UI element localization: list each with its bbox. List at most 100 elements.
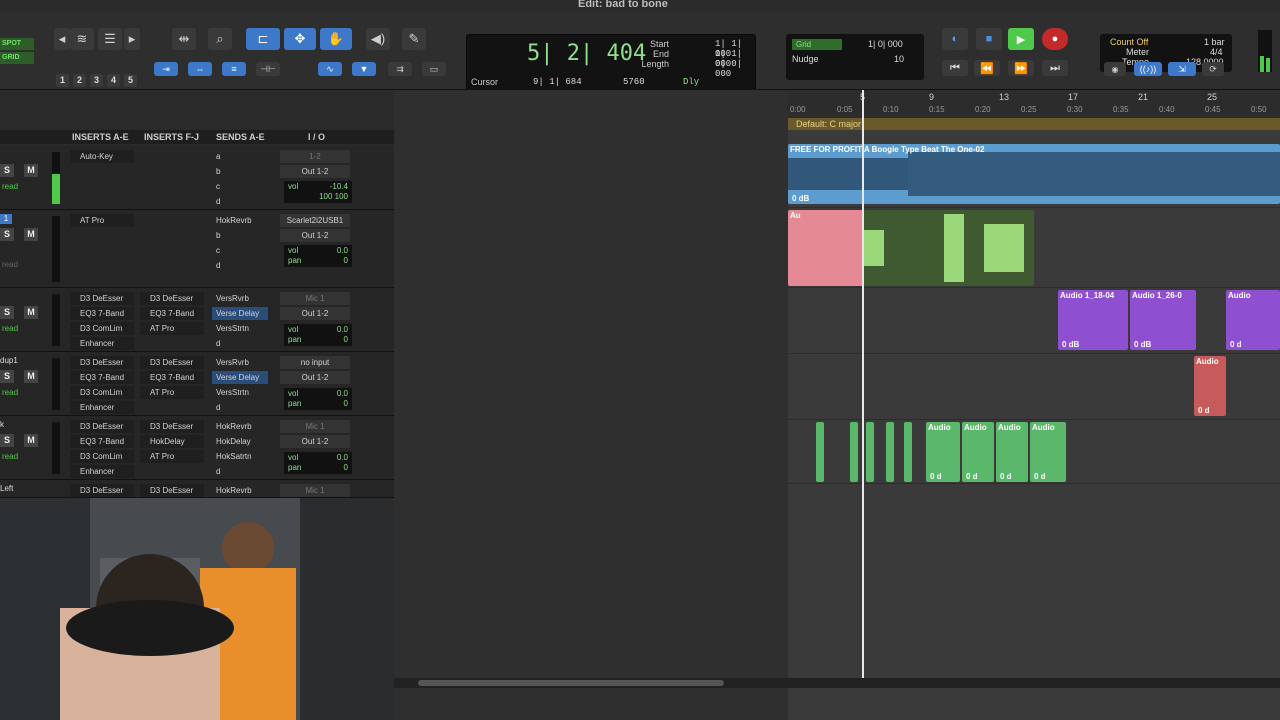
keyboard-focus-icon[interactable]: ▼ <box>352 62 376 76</box>
insert-slot[interactable]: D3 DeEsser <box>140 420 204 433</box>
automation-mode[interactable]: read <box>2 324 18 333</box>
green-clip-small[interactable] <box>866 422 874 482</box>
insert-slot[interactable]: D3 DeEsser <box>70 292 134 305</box>
send-slot[interactable]: d <box>212 195 268 208</box>
mute-button[interactable]: M <box>24 434 38 447</box>
pre-fader-icon[interactable]: ⇉ <box>388 62 412 76</box>
grid-label[interactable]: Grid <box>792 39 842 50</box>
send-slot[interactable]: VersRvrb <box>212 292 268 305</box>
length-value[interactable]: 0| 0| 000 <box>715 59 755 79</box>
automation-mode[interactable]: read <box>2 452 18 461</box>
track-label[interactable]: dup1 <box>0 356 18 365</box>
insert-slot[interactable]: D3 DeEsser <box>70 484 134 497</box>
green-clip[interactable]: Audio 0 d <box>996 422 1028 482</box>
mute-button[interactable]: M <box>24 306 38 319</box>
grid-mode-button[interactable]: GRID <box>0 52 34 64</box>
insert-slot[interactable]: Enhancer <box>70 401 134 414</box>
green-clip[interactable]: Audio 0 d <box>962 422 994 482</box>
send-slot[interactable]: HokRevrb <box>212 420 268 433</box>
send-slot[interactable]: HokSatrtn <box>212 450 268 463</box>
grabber-hand-icon[interactable]: ✋ <box>320 28 352 50</box>
send-slot[interactable]: d <box>212 337 268 350</box>
selected-vocal-clip[interactable]: Au <box>788 210 864 286</box>
input-selector[interactable]: Mic 1 <box>280 420 350 433</box>
solo-button[interactable]: S <box>0 434 14 447</box>
track-label[interactable]: 1 <box>0 214 12 224</box>
send-slot[interactable]: a <box>212 150 268 163</box>
output-selector[interactable]: Out 1-2 <box>280 165 350 178</box>
output-selector[interactable]: Out 1-2 <box>280 229 350 242</box>
main-counter[interactable]: 5| 2| 404 Start End Length 1| 1| 000 1| … <box>466 34 756 92</box>
send-slot[interactable]: Verse Delay <box>212 307 268 320</box>
solo-button[interactable]: S <box>0 164 14 177</box>
insert-slot[interactable]: Auto-Key <box>70 150 134 163</box>
insert-slot[interactable]: D3 DeEsser <box>70 420 134 433</box>
insert-slot[interactable]: HokDelay <box>140 435 204 448</box>
zoom-preset-1[interactable]: 1 <box>56 74 69 87</box>
selector-tool-icon[interactable]: ✥ <box>284 28 316 50</box>
zoom-preset-3[interactable]: 3 <box>90 74 103 87</box>
send-slot[interactable]: d <box>212 401 268 414</box>
vol-pan-display[interactable]: vol 0.0 pan 0 <box>284 324 352 346</box>
purple-clip[interactable]: Audio 1_26-0 0 dB <box>1130 290 1196 350</box>
solo-button[interactable]: S <box>0 370 14 383</box>
green-clip-small[interactable] <box>886 422 894 482</box>
delay-label[interactable]: Dly <box>683 77 699 87</box>
meter-value[interactable]: 4/4 <box>1210 47 1223 57</box>
input-selector[interactable]: Mic 1 <box>280 292 350 305</box>
send-slot[interactable]: HokRevrb <box>212 214 268 227</box>
green-clip[interactable]: Audio 0 d <box>926 422 960 482</box>
insert-slot[interactable]: D3 DeEsser <box>140 484 204 497</box>
mute-button[interactable]: M <box>24 228 38 241</box>
zoom-toggle-icon[interactable]: ⇹ <box>172 28 196 50</box>
insert-slot[interactable]: EQ3 7-Band <box>140 307 204 320</box>
output-selector[interactable]: Out 1-2 <box>280 307 350 320</box>
scrubber-speaker-icon[interactable]: ◀) <box>366 28 390 50</box>
send-slot[interactable]: d <box>212 259 268 272</box>
green-clip-small[interactable] <box>904 422 912 482</box>
insert-slot[interactable]: Enhancer <box>70 337 134 350</box>
green-clip-small[interactable] <box>816 422 824 482</box>
grid-value[interactable]: 1| 0| 000 <box>868 39 903 49</box>
send-slot[interactable]: VersStrtn <box>212 386 268 399</box>
output-selector[interactable]: Out 1-2 <box>280 435 350 448</box>
spot-mode-button[interactable]: SPOT <box>0 38 34 50</box>
return-to-zero-icon[interactable]: ⏮ <box>942 60 968 76</box>
zoom-preset-2[interactable]: 2 <box>73 74 86 87</box>
insert-slot[interactable]: EQ3 7-Band <box>70 371 134 384</box>
mute-button[interactable]: M <box>24 370 38 383</box>
insert-slot[interactable]: EQ3 7-Band <box>70 307 134 320</box>
wait-for-note-icon[interactable]: ⟳ <box>1202 62 1224 76</box>
midi-merge-icon[interactable]: ((♪)) <box>1134 62 1162 76</box>
stop-icon[interactable]: ■ <box>976 28 1002 50</box>
send-slot[interactable]: b <box>212 165 268 178</box>
vol-pan-display[interactable]: vol 0.0 pan 0 <box>284 452 352 474</box>
solo-button[interactable]: S <box>0 306 14 319</box>
chevron-right-icon[interactable]: ▸ <box>124 28 140 50</box>
track-label[interactable]: Left <box>0 484 13 493</box>
green-clip-small[interactable] <box>850 422 858 482</box>
send-slot[interactable]: HokRevrb <box>212 484 268 497</box>
purple-clip[interactable]: Audio 1_18-04 0 dB <box>1058 290 1128 350</box>
insert-slot[interactable]: D3 DeEsser <box>140 356 204 369</box>
send-slot[interactable]: VersStrtn <box>212 322 268 335</box>
send-slot[interactable]: d <box>212 465 268 478</box>
link-track-icon[interactable]: ≡ <box>222 62 246 76</box>
scrollbar-thumb[interactable] <box>418 680 724 686</box>
count-off-bar[interactable]: 1 bar <box>1204 37 1225 47</box>
insert-slot[interactable]: D3 ComLim <box>70 386 134 399</box>
insert-slot[interactable]: AT Pro <box>140 322 204 335</box>
go-to-end-icon[interactable]: ⏭ <box>1042 60 1068 76</box>
send-slot[interactable]: HokDelay <box>212 435 268 448</box>
insertion-follows-icon[interactable]: ⊣⊢ <box>256 62 280 76</box>
nudge-value[interactable]: 10 <box>894 54 904 64</box>
zoom-preset-5[interactable]: 5 <box>124 74 137 87</box>
input-selector[interactable]: Scarlet2i2USB1 <box>280 214 350 227</box>
count-off-label[interactable]: Count Off <box>1110 37 1148 47</box>
pencil-icon[interactable]: ✎ <box>402 28 426 50</box>
record-icon[interactable]: ● <box>1042 28 1068 50</box>
solo-button[interactable]: S <box>0 228 14 241</box>
waveform-zoom-icon[interactable]: ≋ <box>70 28 94 50</box>
vol-pan-display[interactable]: vol -10.4 100 100 <box>284 181 352 203</box>
zoom-preset-4[interactable]: 4 <box>107 74 120 87</box>
